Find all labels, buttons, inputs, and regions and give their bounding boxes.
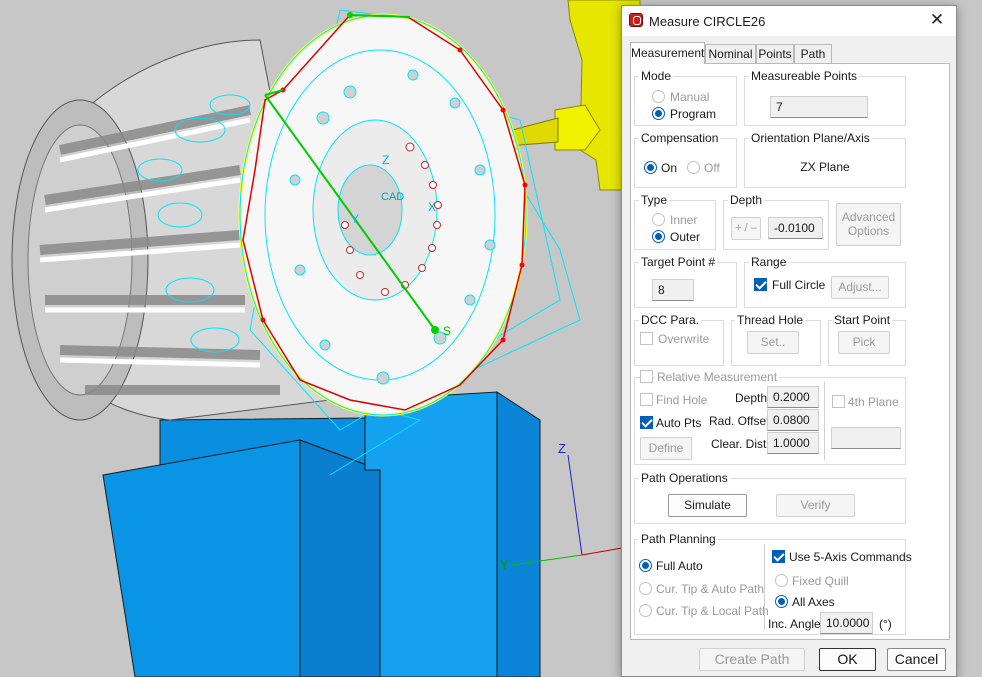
- all-axes-radio[interactable]: [775, 595, 788, 608]
- adjust-button[interactable]: Adjust...: [831, 276, 889, 299]
- rad-offset-field[interactable]: 0.0800: [767, 409, 819, 431]
- outer-radio[interactable]: [652, 230, 665, 243]
- find-hole-label: Find Hole: [656, 393, 708, 407]
- thread-hole-label: Thread Hole: [735, 313, 806, 327]
- measurable-points-field[interactable]: 7: [770, 96, 868, 118]
- full-circle-checkbox[interactable]: [754, 278, 767, 291]
- lock-icon: [629, 13, 643, 27]
- path-planning-label: Path Planning: [639, 532, 718, 546]
- fixed-quill-label: Fixed Quill: [792, 574, 849, 588]
- relative-divider: [824, 382, 825, 460]
- depth-sign-toggle[interactable]: + / –: [731, 217, 761, 240]
- inner-label: Inner: [670, 213, 698, 227]
- inc-angle-label: Inc. Angle: [768, 617, 821, 631]
- cur-tip-auto-label: Cur. Tip & Auto Path: [656, 582, 765, 596]
- mode-label: Mode: [639, 69, 674, 83]
- inner-radio[interactable]: [652, 213, 665, 226]
- full-auto-label: Full Auto: [656, 559, 703, 573]
- type-label: Type: [639, 193, 670, 207]
- z-axis-label: Z: [558, 441, 566, 456]
- thread-hole-set-button[interactable]: Set..: [747, 331, 799, 354]
- tab-nominal[interactable]: Nominal: [705, 44, 756, 64]
- dcc-para-label: DCC Para.: [639, 313, 702, 327]
- rel-depth-field[interactable]: 0.2000: [767, 386, 819, 408]
- advanced-options-button[interactable]: Advanced Options: [836, 203, 901, 246]
- program-label: Program: [670, 107, 717, 121]
- fixed-quill-radio[interactable]: [775, 574, 788, 587]
- compensation-on-radio[interactable]: [644, 161, 657, 174]
- verify-button[interactable]: Verify: [776, 494, 855, 517]
- compensation-off-label: Off: [704, 161, 720, 175]
- cancel-button[interactable]: Cancel: [887, 648, 946, 671]
- y-axis-label: Y: [500, 557, 509, 572]
- cur-tip-auto-radio[interactable]: [639, 582, 652, 595]
- overwrite-checkbox[interactable]: [640, 332, 653, 345]
- cur-tip-local-label: Cur. Tip & Local Path: [656, 604, 769, 618]
- use-5axis-label: Use 5-Axis Commands: [789, 550, 912, 564]
- start-label: S: [443, 324, 452, 338]
- inc-angle-field[interactable]: 10.0000: [820, 612, 873, 634]
- orientation-label: Orientation Plane/Axis: [749, 131, 872, 145]
- find-hole-checkbox[interactable]: [640, 393, 653, 406]
- program-radio[interactable]: [652, 107, 665, 120]
- clear-dist-field[interactable]: 1.0000: [767, 432, 819, 454]
- depth-field[interactable]: -0.0100: [768, 217, 823, 239]
- start-point-pick-button[interactable]: Pick: [838, 331, 890, 354]
- define-button[interactable]: Define: [640, 437, 692, 460]
- use-5axis-checkbox[interactable]: [772, 550, 785, 563]
- full-auto-radio[interactable]: [639, 559, 652, 572]
- cur-tip-local-radio[interactable]: [639, 604, 652, 617]
- fourth-plane-field[interactable]: [831, 427, 901, 449]
- tab-points[interactable]: Points: [756, 44, 794, 64]
- manual-radio[interactable]: [652, 90, 665, 103]
- fourth-plane-checkbox[interactable]: [832, 395, 845, 408]
- all-axes-label: All Axes: [792, 595, 835, 609]
- target-point-field[interactable]: 8: [652, 279, 694, 301]
- full-circle-label: Full Circle: [772, 278, 826, 292]
- auto-pts-label: Auto Pts: [656, 416, 702, 430]
- fourth-plane-label: 4th Plane: [848, 395, 899, 409]
- path-operations-label: Path Operations: [639, 471, 730, 485]
- cad-label: CAD: [381, 191, 405, 203]
- title-bar[interactable]: Measure CIRCLE26 ✕: [622, 6, 956, 36]
- part-z-label: Z: [382, 153, 390, 167]
- relative-measurement-label: Relative Measurement: [655, 370, 780, 384]
- part-y-label: Y: [351, 212, 360, 226]
- ok-button[interactable]: OK: [819, 648, 876, 671]
- compensation-on-label: On: [661, 161, 678, 175]
- tab-measurement[interactable]: Measurement: [630, 42, 705, 64]
- orientation-value: ZX Plane: [800, 160, 850, 174]
- path-planning-divider: [764, 544, 765, 630]
- auto-pts-checkbox[interactable]: [640, 416, 653, 429]
- manual-label: Manual: [670, 90, 710, 104]
- measurement-panel: Mode Manual Program Measureable Points 7…: [630, 63, 950, 640]
- tab-path[interactable]: Path: [794, 44, 832, 64]
- clear-dist-label: Clear. Dist.: [711, 437, 770, 451]
- start-point-label: Start Point: [832, 313, 893, 327]
- outer-label: Outer: [670, 230, 701, 244]
- part-x-label: X: [428, 200, 437, 214]
- create-path-button[interactable]: Create Path: [699, 648, 805, 671]
- inc-angle-unit: (°): [879, 617, 892, 631]
- front-disc: [238, 13, 528, 417]
- compensation-off-radio[interactable]: [687, 161, 700, 174]
- overwrite-label: Overwrite: [658, 332, 710, 346]
- rad-offset-label: Rad. Offset: [709, 414, 770, 428]
- relative-measurement-checkbox[interactable]: [640, 370, 653, 383]
- measurable-points-label: Measureable Points: [749, 69, 860, 83]
- depth-label: Depth: [728, 193, 765, 207]
- range-label: Range: [749, 255, 789, 269]
- close-button[interactable]: ✕: [926, 10, 948, 30]
- fixture: [102, 391, 541, 677]
- compensation-label: Compensation: [639, 131, 721, 145]
- rel-depth-label: Depth: [735, 391, 768, 405]
- target-point-label: Target Point #: [639, 255, 718, 269]
- dialog-title: Measure CIRCLE26: [649, 14, 766, 29]
- measure-circle-dialog: Measure CIRCLE26 ✕ Measurement Nominal P…: [621, 5, 957, 677]
- simulate-button[interactable]: Simulate: [668, 494, 747, 517]
